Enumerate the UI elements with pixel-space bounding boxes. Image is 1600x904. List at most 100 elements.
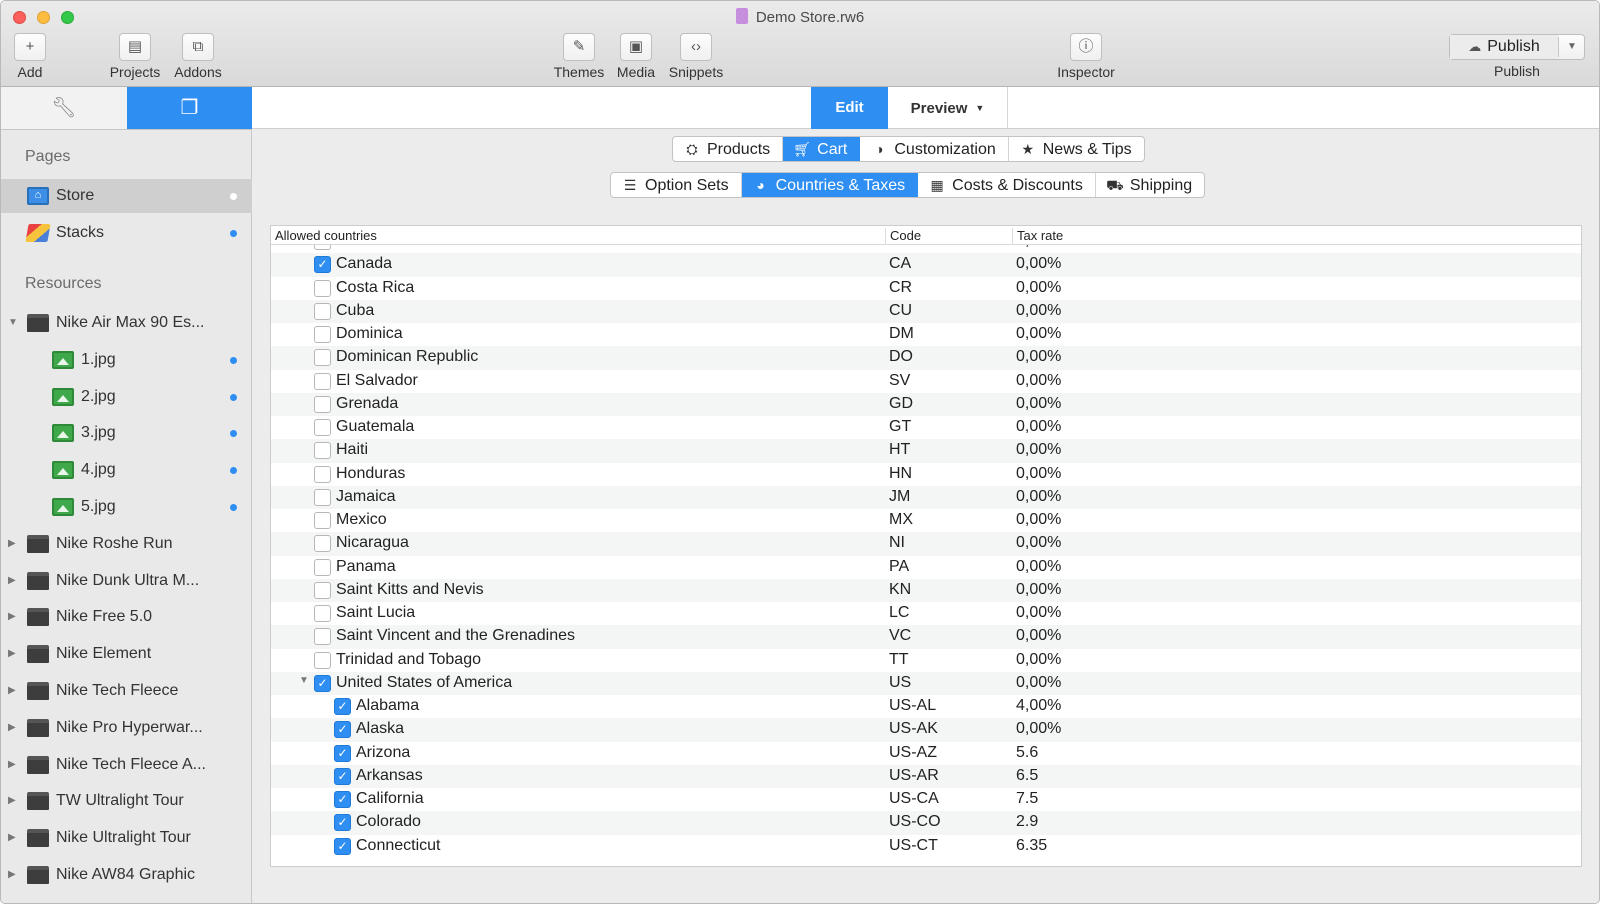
table-row[interactable]: Dominican Republic DO 0,00% xyxy=(271,346,1581,370)
table-row[interactable]: Haiti HT 0,00% xyxy=(271,439,1581,463)
resource-folder-item[interactable]: ▶ Nike Ultralight Tour xyxy=(1,821,252,855)
table-row[interactable]: ✓ Arizona US-AZ 5.6 xyxy=(271,742,1581,765)
allowed-checkbox[interactable] xyxy=(314,302,331,320)
tax-rate[interactable]: 0,00% xyxy=(1016,627,1061,645)
country-code[interactable]: KN xyxy=(889,581,911,599)
table-row[interactable]: Trinidad and Tobago TT 0,00% xyxy=(271,649,1581,672)
table-row[interactable]: ✓ Alaska US-AK 0,00% xyxy=(271,718,1581,742)
resource-folder-item[interactable]: ▶ Nike Tech Fleece A... xyxy=(1,748,252,782)
disclosure-expanded-icon[interactable]: ▼ xyxy=(299,675,309,686)
table-row[interactable]: ✓ Colorado US-CO 2.9 xyxy=(271,811,1581,835)
tax-rate[interactable]: 0,00% xyxy=(1016,465,1061,483)
resource-folder-item[interactable]: ▶ TW Ultralight Tour xyxy=(1,784,252,818)
tax-rate[interactable]: 0,00% xyxy=(1016,534,1061,552)
tax-rate[interactable]: 0,00% xyxy=(1016,395,1061,413)
country-code[interactable]: CA xyxy=(889,255,911,273)
edit-mode-button[interactable]: Edit xyxy=(811,87,888,129)
tax-rate[interactable]: 0,00% xyxy=(1016,255,1061,273)
resource-folder-item[interactable]: ▶ Nike Pro Hyperwar... xyxy=(1,711,252,745)
country-code[interactable]: US-AR xyxy=(889,767,939,785)
resource-folder-item[interactable]: ▶ Nike Free 5.0 xyxy=(1,600,252,634)
tax-rate[interactable]: 2.9 xyxy=(1016,813,1038,831)
inspector-button[interactable]: ⓘ Inspector xyxy=(1053,33,1119,80)
allowed-checkbox[interactable]: ✓ xyxy=(334,698,351,715)
allowed-checkbox[interactable] xyxy=(314,488,331,506)
table-row[interactable]: Grenada GD 0,00% xyxy=(271,392,1581,416)
tab-pages[interactable]: ❐ xyxy=(127,87,252,129)
allowed-checkbox[interactable] xyxy=(314,349,331,367)
disclosure-collapsed-icon[interactable]: ▶ xyxy=(8,821,16,855)
tax-rate[interactable]: 0,00% xyxy=(1016,418,1061,436)
tax-rate[interactable]: 0,00% xyxy=(1016,674,1061,692)
publish-main-button[interactable]: ☁ Publish xyxy=(1450,35,1558,59)
disclosure-collapsed-icon[interactable]: ▶ xyxy=(8,711,16,745)
tax-rate[interactable]: 0,00% xyxy=(1016,651,1061,669)
tax-rate[interactable]: 6.35 xyxy=(1016,837,1047,855)
projects-button[interactable]: ▤ Projects xyxy=(107,33,163,80)
resource-file-item[interactable]: 3.jpg xyxy=(1,416,252,450)
disclosure-collapsed-icon[interactable]: ▶ xyxy=(8,637,16,671)
resource-file-item[interactable]: 1.jpg xyxy=(1,343,252,377)
tab-option-sets[interactable]: ☰ Option Sets xyxy=(611,173,742,197)
table-row[interactable]: ✓ Arkansas US-AR 6.5 xyxy=(271,764,1581,788)
tab-cart[interactable]: 🛒︎ Cart xyxy=(783,137,861,161)
allowed-checkbox[interactable]: ✓ xyxy=(334,744,351,762)
disclosure-collapsed-icon[interactable]: ▶ xyxy=(8,784,16,818)
table-row[interactable]: Panama PA 0,00% xyxy=(271,556,1581,579)
tab-products[interactable]: ⛭ Products xyxy=(673,137,784,161)
allowed-checkbox[interactable] xyxy=(314,395,331,413)
country-code[interactable]: GT xyxy=(889,418,911,436)
allowed-checkbox[interactable] xyxy=(314,326,331,343)
publish-button[interactable]: ☁ Publish ▼ xyxy=(1449,34,1585,60)
allowed-checkbox[interactable] xyxy=(314,442,331,460)
tax-rate[interactable]: 0,00% xyxy=(1016,581,1061,599)
add-button[interactable]: + Add xyxy=(11,33,49,80)
table-row[interactable]: Costa Rica CR 0,00% xyxy=(271,277,1581,300)
tax-rate[interactable]: 0,00% xyxy=(1016,720,1061,738)
disclosure-collapsed-icon[interactable]: ▶ xyxy=(8,564,16,598)
country-code[interactable]: GD xyxy=(889,395,913,413)
table-row[interactable]: Mexico MX 0,00% xyxy=(271,509,1581,532)
tax-rate[interactable]: 4,00% xyxy=(1016,697,1061,715)
country-code[interactable]: DM xyxy=(889,325,914,343)
allowed-checkbox[interactable]: ✓ xyxy=(334,837,351,855)
table-row[interactable]: El Salvador SV 0,00% xyxy=(271,370,1581,393)
column-header-country[interactable]: Allowed countries xyxy=(271,228,377,245)
addons-button[interactable]: ⧉ Addons xyxy=(171,33,225,80)
tax-rate[interactable]: 0,00% xyxy=(1016,325,1061,343)
allowed-checkbox[interactable]: ✓ xyxy=(334,791,351,808)
resource-folder-item[interactable]: ▼ Nike Air Max 90 Es... xyxy=(1,306,252,340)
tax-rate[interactable]: 6.5 xyxy=(1016,767,1038,785)
tax-rate[interactable]: 7.5 xyxy=(1016,790,1038,808)
country-code[interactable]: US-AK xyxy=(889,720,938,738)
table-row[interactable]: ✓ Alabama US-AL 4,00% xyxy=(271,695,1581,718)
allowed-checkbox[interactable] xyxy=(314,558,331,576)
table-row[interactable]: ✓ California US-CA 7.5 xyxy=(271,788,1581,811)
table-row[interactable]: Guatemala GT 0,00% xyxy=(271,416,1581,439)
resource-file-item[interactable]: 4.jpg xyxy=(1,453,252,487)
table-row[interactable]: ✓ Connecticut US-CT 6.35 xyxy=(271,835,1581,858)
table-row[interactable]: Nicaragua NI 0,00% xyxy=(271,532,1581,556)
table-row[interactable]: Saint Lucia LC 0,00% xyxy=(271,602,1581,625)
table-row[interactable]: Saint Kitts and Nevis KN 0,00% xyxy=(271,578,1581,602)
resource-file-item[interactable]: 2.jpg xyxy=(1,380,252,414)
disclosure-collapsed-icon[interactable]: ▶ xyxy=(8,748,16,782)
resource-folder-item[interactable]: ▶ Nike Roshe Run xyxy=(1,527,252,561)
allowed-checkbox[interactable]: ✓ xyxy=(334,767,351,785)
allowed-checkbox[interactable]: ✓ xyxy=(314,256,331,274)
country-code[interactable]: NI xyxy=(889,534,905,552)
tax-rate[interactable]: 0,00% xyxy=(1016,348,1061,366)
table-row[interactable]: Cuba CU 0,00% xyxy=(271,299,1581,323)
country-code[interactable]: LC xyxy=(889,604,909,622)
table-row[interactable]: Jamaica JM 0,00% xyxy=(271,485,1581,509)
table-row[interactable]: Dominica DM 0,00% xyxy=(271,323,1581,346)
disclosure-expanded-icon[interactable]: ▼ xyxy=(8,306,18,340)
table-row[interactable]: Honduras HN 0,00% xyxy=(271,463,1581,486)
allowed-checkbox[interactable] xyxy=(314,535,331,553)
table-row[interactable]: Saint Vincent and the Grenadines VC 0,00% xyxy=(271,625,1581,649)
country-code[interactable]: US-AL xyxy=(889,697,936,715)
country-code[interactable]: US-CO xyxy=(889,813,941,831)
allowed-checkbox[interactable]: ✓ xyxy=(334,721,351,739)
country-code[interactable]: JM xyxy=(889,488,910,506)
tab-tools[interactable]: 🔧︎ xyxy=(1,87,127,129)
